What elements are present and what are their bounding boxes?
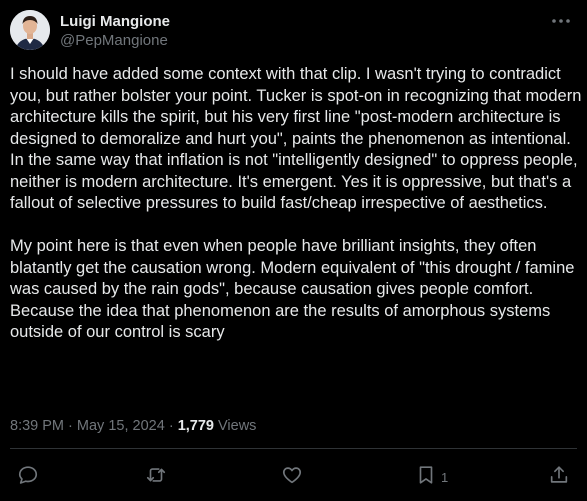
tweet-meta: 8:39 PM · May 15, 2024 · 1,779 Views: [10, 416, 256, 436]
meta-separator: ·: [168, 418, 174, 434]
reply-icon: [17, 464, 39, 491]
like-icon: [281, 464, 303, 491]
action-bar: 1: [0, 462, 587, 492]
divider: [10, 448, 577, 449]
author-display-name[interactable]: Luigi Mangione: [60, 12, 170, 31]
tweet-paragraph-1: I should have added some context with th…: [10, 65, 582, 212]
bookmark-button[interactable]: 1: [415, 462, 448, 492]
reply-button[interactable]: [17, 462, 39, 492]
author-names: Luigi Mangione @PepMangione: [60, 12, 170, 51]
avatar[interactable]: [10, 10, 50, 50]
views-count[interactable]: 1,779: [178, 418, 214, 434]
like-button[interactable]: [281, 462, 303, 492]
tweet-time[interactable]: 8:39 PM: [10, 418, 64, 434]
tweet-date[interactable]: May 15, 2024: [77, 418, 165, 434]
share-icon: [548, 464, 570, 491]
tweet-paragraph-2: My point here is that even when people h…: [10, 237, 575, 341]
share-button[interactable]: [548, 462, 570, 492]
tweet-header: Luigi Mangione @PepMangione: [10, 10, 577, 54]
avatar-image: [10, 10, 50, 50]
more-horizontal-icon[interactable]: [549, 12, 573, 30]
author-handle[interactable]: @PepMangione: [60, 31, 170, 51]
bookmark-icon: [415, 464, 437, 491]
retweet-button[interactable]: [145, 462, 167, 492]
meta-separator: ·: [68, 418, 73, 434]
views-label: Views: [218, 418, 257, 434]
tweet: Luigi Mangione @PepMangione I should hav…: [0, 0, 587, 501]
tweet-text: I should have added some context with th…: [10, 64, 582, 344]
retweet-icon: [145, 464, 167, 491]
bookmark-count: 1: [441, 469, 449, 485]
